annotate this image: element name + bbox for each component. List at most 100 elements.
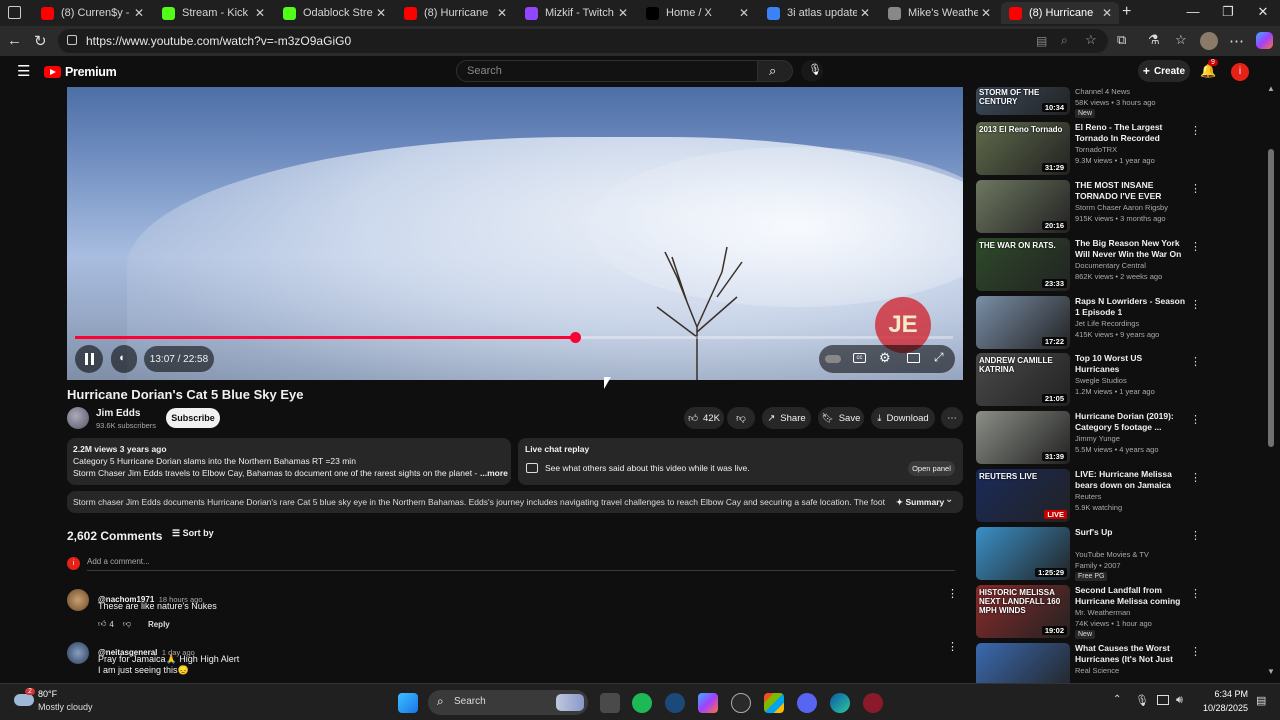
more-vertical-icon[interactable]: ⋮ xyxy=(1190,182,1201,195)
fullscreen-icon[interactable]: ⤢ xyxy=(934,350,944,365)
video-thumbnail[interactable]: 20:16 xyxy=(976,180,1070,233)
recommendation-title[interactable]: Hurricane Dorian (2019): Category 5 foot… xyxy=(1075,411,1187,433)
description-box[interactable]: 2.2M views 3 years ago Category 5 Hurric… xyxy=(67,438,511,485)
recommendation-channel[interactable]: Storm Chaser Aaron Rigsby xyxy=(1075,203,1168,212)
dislike-button[interactable]: 👎︎ xyxy=(727,407,755,429)
maximize-button[interactable]: ❐ xyxy=(1218,4,1238,20)
close-tab-icon[interactable]: ✕ xyxy=(1099,6,1115,20)
more-vertical-icon[interactable]: ⋮ xyxy=(1190,529,1201,542)
recommendation-title[interactable]: The Big Reason New York Will Never Win t… xyxy=(1075,238,1187,260)
browser-tab[interactable]: Mike's Weather Pa✕ xyxy=(880,2,998,24)
search-input[interactable]: Search xyxy=(456,60,758,82)
theater-mode-icon[interactable] xyxy=(907,353,920,363)
close-tab-icon[interactable]: ✕ xyxy=(736,6,752,20)
comment-dislike-icon[interactable]: 👎︎ xyxy=(123,619,131,629)
chevron-down-icon[interactable]: ⌄ xyxy=(945,494,953,505)
voice-search-button[interactable]: 🎙 xyxy=(801,60,823,82)
recommendation-title[interactable]: Surf's Up xyxy=(1075,527,1187,538)
video-thumbnail[interactable]: 2013 El Reno Tornado 31:29 xyxy=(976,122,1070,175)
recommendation-title[interactable]: Top 10 Worst US Hurricanes xyxy=(1075,353,1187,375)
refresh-icon[interactable]: ↻ xyxy=(34,32,47,50)
comment-avatar[interactable] xyxy=(67,589,89,611)
recommendation-item[interactable]: 31:39 Hurricane Dorian (2019): Category 5… xyxy=(976,411,1206,467)
close-tab-icon[interactable]: ✕ xyxy=(615,6,631,20)
recommendation-channel[interactable]: TornadoTRX xyxy=(1075,145,1117,154)
recommendation-channel[interactable]: Jet Life Recordings xyxy=(1075,319,1139,328)
extensions-icon[interactable]: ⧉ xyxy=(1117,32,1126,48)
recommendation-item[interactable]: THE WAR ON RATS. 23:33 The Big Reason New … xyxy=(976,238,1206,294)
share-button[interactable]: ↗ Share xyxy=(762,407,811,429)
channel-avatar[interactable] xyxy=(67,407,89,429)
more-vertical-icon[interactable]: ⋮ xyxy=(1190,240,1201,253)
video-thumbnail[interactable]: THE WAR ON RATS. 23:33 xyxy=(976,238,1070,291)
video-thumbnail[interactable]: 1:25:29 xyxy=(976,527,1070,580)
recommendation-item[interactable]: 17:22 Raps N Lowriders - Season 1 Episode… xyxy=(976,296,1206,352)
more-vertical-icon[interactable]: ⋮ xyxy=(1190,413,1201,426)
spotify-icon[interactable] xyxy=(632,693,652,713)
show-more-link[interactable]: ...more xyxy=(480,468,508,478)
recommendation-item[interactable]: HISTORIC MELISSA NEXT LANDFALL 160 MPH W… xyxy=(976,585,1206,641)
comment-like-icon[interactable]: 👍︎ xyxy=(98,619,106,629)
subscribe-button[interactable]: Subscribe xyxy=(166,408,220,428)
recommendation-channel[interactable]: Jimmy Yunge xyxy=(1075,434,1120,443)
video-player[interactable]: ◖ 13:07 / 22:58 JE cc ⚙ ⤢ xyxy=(67,87,963,380)
url-text[interactable]: https://www.youtube.com/watch?v=-m3zO9aG… xyxy=(86,34,351,48)
more-actions-button[interactable]: ⋯ xyxy=(941,407,963,429)
comment-menu-icon[interactable]: ⋮ xyxy=(947,587,958,600)
recommendation-item[interactable]: 20:16 THE MOST INSANE TORNADO I'VE EVER C… xyxy=(976,180,1206,236)
recommendation-title[interactable]: Second Landfall from Hurricane Melissa c… xyxy=(1075,585,1187,607)
new-tab-button[interactable]: + xyxy=(1122,3,1131,21)
scrollbar-thumb[interactable] xyxy=(1268,149,1274,447)
recommendation-item[interactable]: 2013 El Reno Tornado 31:29 El Reno - The L… xyxy=(976,122,1206,178)
weather-widget[interactable]: 2 80°F Mostly cloudy xyxy=(12,688,132,716)
close-tab-icon[interactable]: ✕ xyxy=(857,6,873,20)
captions-icon[interactable]: cc xyxy=(853,353,866,363)
recommendation-title[interactable]: El Reno - The Largest Tornado In Recorde… xyxy=(1075,122,1187,144)
chatgpt-icon[interactable] xyxy=(731,693,751,713)
copilot-app-icon[interactable] xyxy=(698,693,718,713)
recommendation-channel[interactable]: YouTube Movies & TV xyxy=(1075,550,1149,559)
app-icon[interactable] xyxy=(863,693,883,713)
ai-summary-box[interactable]: Storm chaser Jim Edds documents Hurrican… xyxy=(67,491,963,513)
more-vertical-icon[interactable]: ⋮ xyxy=(1190,298,1201,311)
task-view-icon[interactable] xyxy=(600,693,620,713)
more-vertical-icon[interactable]: ⋮ xyxy=(1190,124,1201,137)
steam-icon[interactable] xyxy=(665,693,685,713)
discord-icon[interactable] xyxy=(797,693,817,713)
recommendation-item[interactable]: STORM OF THE CENTURY 10:34 Channel 4 News 5… xyxy=(976,72,1206,128)
pause-button[interactable] xyxy=(75,345,103,373)
more-vertical-icon[interactable]: ⋮ xyxy=(1190,355,1201,368)
progress-bar-knob[interactable] xyxy=(570,332,581,343)
comment-menu-icon[interactable]: ⋮ xyxy=(947,640,958,653)
video-thumbnail[interactable]: 17:22 xyxy=(976,296,1070,349)
copilot-icon[interactable] xyxy=(1256,32,1273,49)
video-thumbnail[interactable]: REUTERS LIVE LIVE xyxy=(976,469,1070,522)
more-menu-icon[interactable]: ⋯ xyxy=(1229,32,1244,50)
menu-icon[interactable]: ☰ xyxy=(17,62,30,80)
tab-actions-icon[interactable] xyxy=(8,6,21,19)
browser-extension-icon[interactable]: ⚗ xyxy=(1148,32,1160,48)
recommendation-title[interactable]: Raps N Lowriders - Season 1 Episode 1 xyxy=(1075,296,1187,318)
volume-button[interactable]: ◖ xyxy=(111,345,137,373)
like-button[interactable]: 👍︎ 42K xyxy=(684,407,724,429)
favorite-star-icon[interactable]: ☆ xyxy=(1085,32,1097,48)
recommendation-channel[interactable]: Mr. Weatherman xyxy=(1075,608,1130,617)
zoom-icon[interactable]: ⌕ xyxy=(1061,33,1068,48)
recommendation-channel[interactable]: Documentary Central xyxy=(1075,261,1146,270)
taskbar-search[interactable]: ⌕ Search xyxy=(428,690,588,715)
recommendation-title[interactable]: THE MOST INSANE TORNADO I'VE EVER CHASED… xyxy=(1075,180,1187,202)
save-button[interactable]: 🔖︎ Save xyxy=(818,407,864,429)
settings-gear-icon[interactable]: ⚙ xyxy=(879,350,891,366)
close-tab-icon[interactable]: ✕ xyxy=(494,6,510,20)
browser-tab[interactable]: Odablock Stream✕ xyxy=(275,2,393,24)
display-tray-icon[interactable] xyxy=(1157,695,1169,705)
windows-start-icon[interactable] xyxy=(398,693,418,713)
system-tray-arrow-icon[interactable]: ⌃ xyxy=(1113,694,1121,705)
profile-avatar[interactable] xyxy=(1200,32,1218,50)
close-tab-icon[interactable]: ✕ xyxy=(978,6,994,20)
favorites-icon[interactable]: ☆ xyxy=(1175,32,1187,48)
recommendation-item[interactable]: 1:25:29 Surf's Up YouTube Movies & TV Famil… xyxy=(976,527,1206,583)
browser-tab[interactable]: (8) Hurricane ✕ xyxy=(1001,2,1119,24)
recommendation-title[interactable]: What Causes the Worst Hurricanes (It's N… xyxy=(1075,643,1187,665)
search-button[interactable]: ⌕ xyxy=(757,60,793,82)
